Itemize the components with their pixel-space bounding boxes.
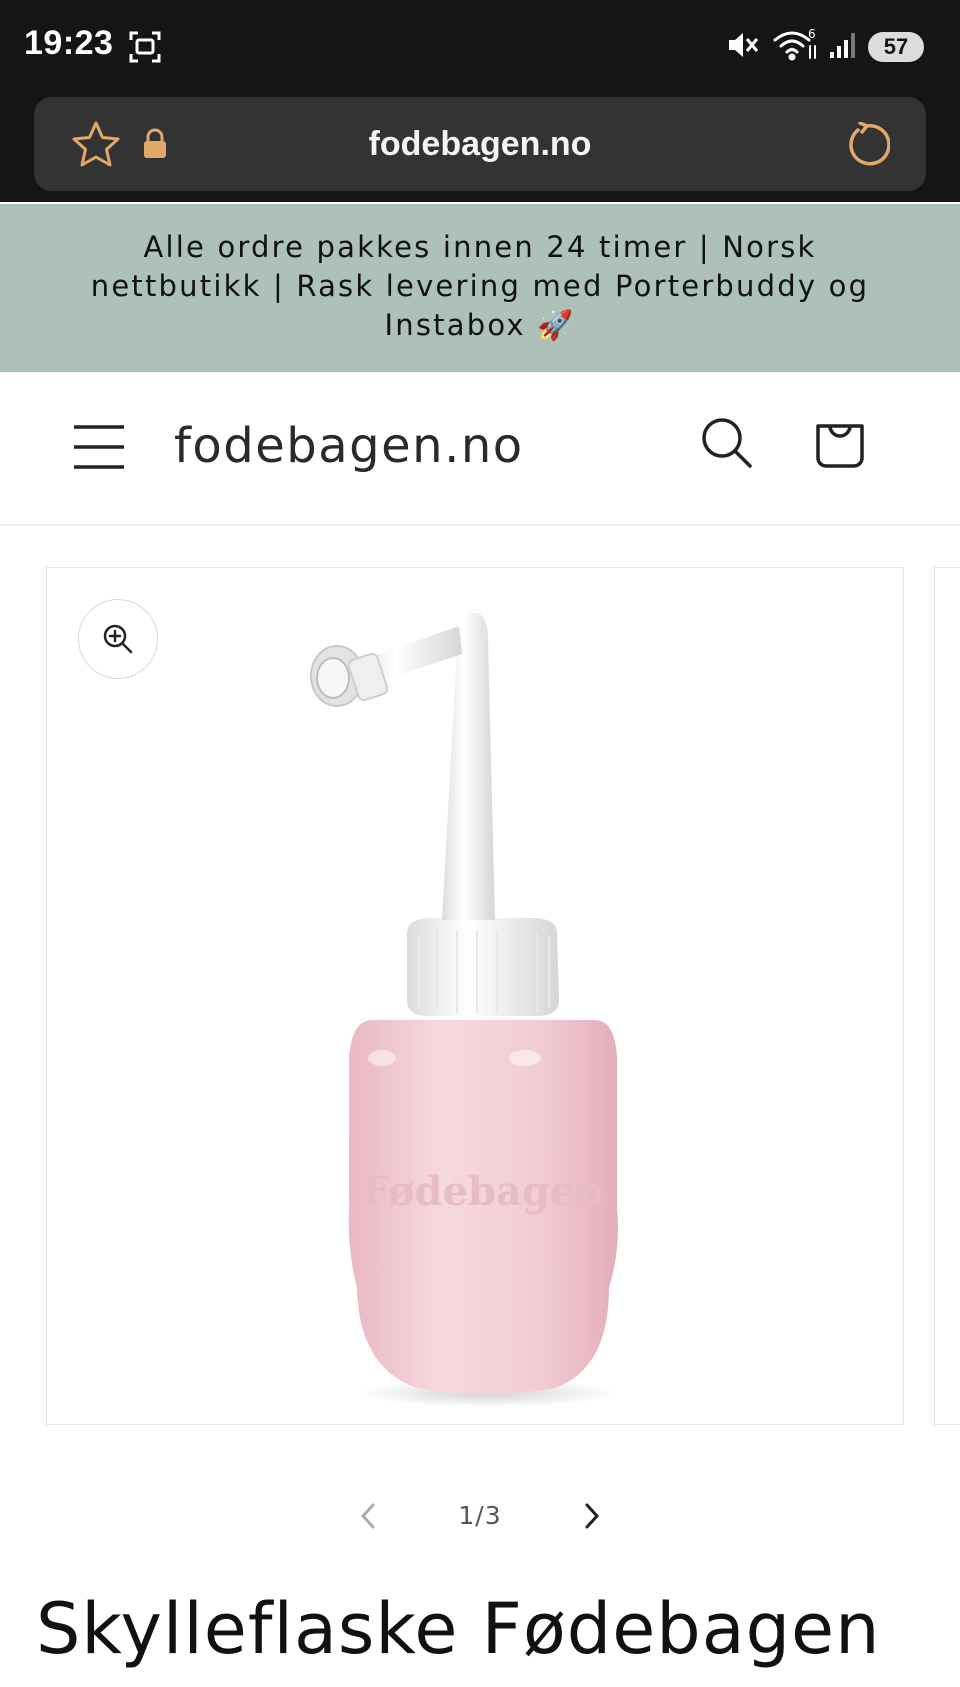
browser-toolbar: fodebagen.no — [0, 95, 960, 202]
reload-icon[interactable] — [844, 121, 891, 172]
url-field[interactable]: fodebagen.no — [34, 97, 926, 191]
zoom-in-icon — [103, 624, 133, 654]
battery-icon: 57 — [868, 32, 924, 62]
product-image-gallery[interactable]: Fødebagen — [46, 567, 904, 1425]
zoom-button[interactable] — [78, 599, 158, 679]
wifi-icon: 6 — [772, 27, 818, 66]
screenshot-icon — [128, 30, 162, 68]
menu-icon[interactable] — [74, 424, 124, 474]
next-slide-button[interactable] — [576, 1501, 606, 1535]
announcement-bar: Alle ordre pakkes innen 24 timer | Norsk… — [0, 204, 960, 372]
bottle-print: Fødebagen — [362, 1168, 605, 1215]
status-bar: 19:23 6 57 — [0, 0, 960, 95]
cart-icon[interactable] — [812, 416, 868, 476]
next-image-peek[interactable] — [934, 567, 960, 1425]
url-text: fodebagen.no — [368, 125, 592, 163]
product-title: Skylleflaske Fødebagen — [36, 1588, 881, 1670]
product-image[interactable]: Fødebagen — [47, 568, 903, 1424]
site-logo[interactable]: fodebagen.no — [174, 418, 524, 474]
gallery-slider-controls: 1/3 — [0, 1495, 960, 1541]
svg-text:6: 6 — [808, 28, 816, 41]
site-header: fodebagen.no — [0, 372, 960, 526]
status-time: 19:23 — [24, 24, 114, 62]
previous-slide-button[interactable] — [354, 1501, 384, 1535]
slide-counter: 1/3 — [458, 1501, 502, 1530]
signal-icon — [828, 30, 858, 64]
announcement-text: Alle ordre pakkes innen 24 timer | Norsk… — [90, 230, 870, 342]
search-icon[interactable] — [700, 416, 756, 476]
mute-icon — [726, 28, 762, 66]
